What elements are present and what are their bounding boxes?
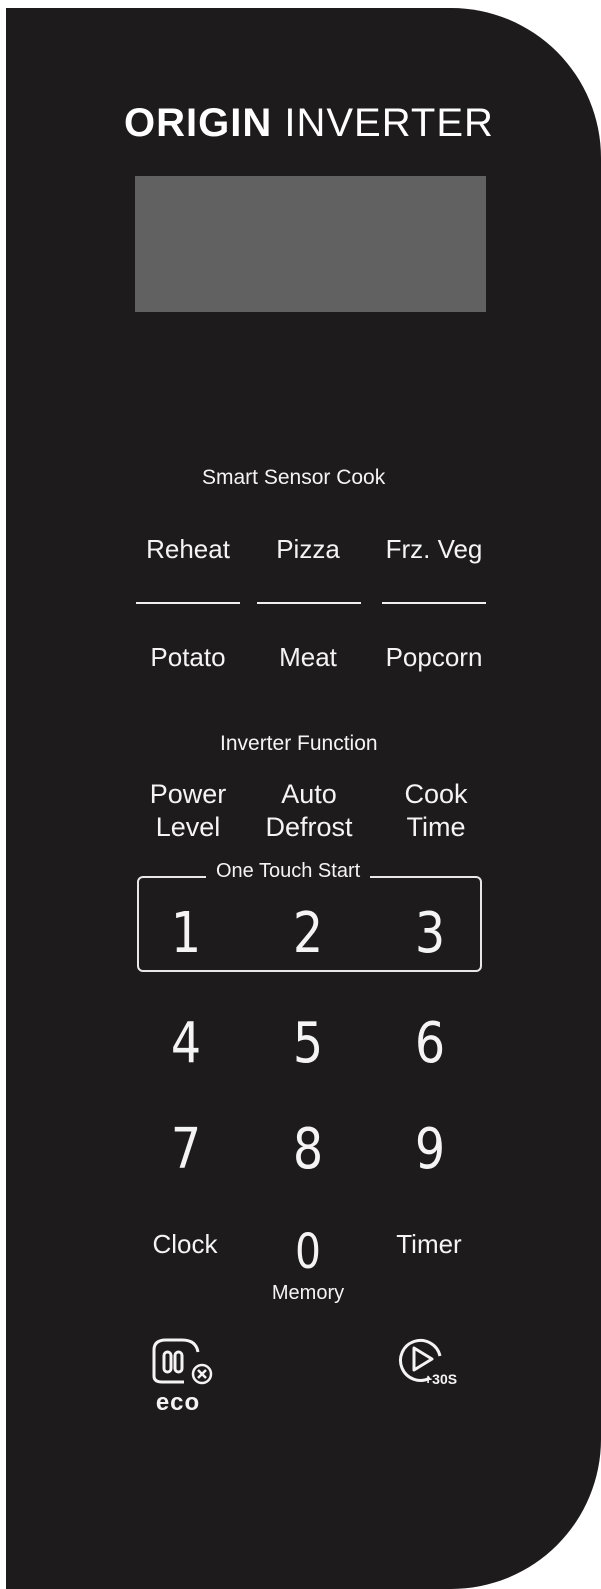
power-level-line2: Level bbox=[155, 812, 221, 842]
plus30-label: +30S bbox=[424, 1371, 457, 1387]
one-touch-start-label: One Touch Start bbox=[206, 860, 371, 883]
divider-reheat-potato bbox=[136, 602, 240, 604]
eco-label: eco bbox=[155, 1389, 201, 1416]
key-7[interactable]: 7 bbox=[152, 1120, 220, 1180]
frz-veg-button[interactable]: Frz. Veg bbox=[378, 534, 490, 565]
smart-sensor-title: Smart Sensor Cook bbox=[202, 466, 386, 489]
key-4[interactable]: 4 bbox=[152, 1014, 220, 1074]
divider-pizza-meat bbox=[257, 602, 361, 604]
key-8[interactable]: 8 bbox=[274, 1120, 342, 1180]
auto-defrost-line2: Defrost bbox=[265, 812, 353, 842]
key-0[interactable]: 0 bbox=[274, 1222, 342, 1282]
timer-button[interactable]: Timer bbox=[384, 1229, 474, 1260]
cook-time-button[interactable]: Cook Time bbox=[386, 778, 486, 844]
reheat-button[interactable]: Reheat bbox=[136, 534, 240, 565]
clock-button[interactable]: Clock bbox=[140, 1229, 230, 1260]
start-plus30-button[interactable]: +30S bbox=[396, 1334, 476, 1394]
control-panel: ORIGIN INVERTER Smart Sensor Cook Reheat… bbox=[6, 8, 601, 1589]
power-level-line1: Power bbox=[149, 779, 227, 809]
lcd-display bbox=[135, 176, 486, 312]
cook-time-line2: Time bbox=[406, 812, 466, 842]
key-5[interactable]: 5 bbox=[274, 1014, 342, 1074]
auto-defrost-button[interactable]: Auto Defrost bbox=[256, 778, 362, 844]
popcorn-button[interactable]: Popcorn bbox=[374, 642, 494, 673]
key-9[interactable]: 9 bbox=[396, 1120, 464, 1180]
eco-button[interactable]: eco bbox=[144, 1336, 234, 1426]
power-level-button[interactable]: Power Level bbox=[134, 778, 242, 844]
pizza-button[interactable]: Pizza bbox=[256, 534, 360, 565]
brand-light: INVERTER bbox=[284, 101, 494, 145]
cook-time-line1: Cook bbox=[404, 779, 468, 809]
key-2[interactable]: 2 bbox=[274, 904, 342, 964]
memory-label: Memory bbox=[271, 1282, 345, 1304]
start-plus30-icon: +30S bbox=[399, 1338, 457, 1387]
key-6[interactable]: 6 bbox=[396, 1014, 464, 1074]
potato-button[interactable]: Potato bbox=[136, 642, 240, 673]
brand-logo: ORIGIN INVERTER bbox=[124, 101, 494, 146]
divider-frzveg-popcorn bbox=[382, 602, 486, 604]
key-1[interactable]: 1 bbox=[152, 904, 220, 964]
brand-bold: ORIGIN bbox=[124, 101, 273, 145]
auto-defrost-line1: Auto bbox=[281, 779, 337, 809]
inverter-function-title: Inverter Function bbox=[220, 732, 378, 755]
meat-button[interactable]: Meat bbox=[256, 642, 360, 673]
key-3[interactable]: 3 bbox=[396, 904, 464, 964]
eco-stop-icon bbox=[152, 1338, 213, 1385]
